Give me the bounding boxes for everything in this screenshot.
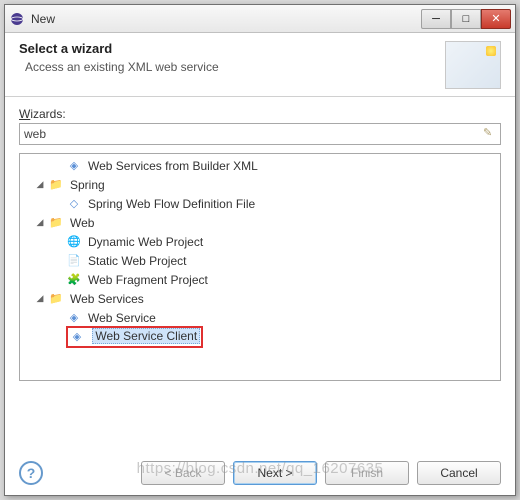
page-subtitle: Access an existing XML web service xyxy=(25,60,445,74)
clear-filter-icon[interactable]: ✎ xyxy=(483,126,497,140)
wizard-header: Select a wizard Access an existing XML w… xyxy=(5,33,515,97)
wizard-icon: 📄 xyxy=(66,253,82,269)
wizard-filter-input[interactable] xyxy=(19,123,501,145)
help-button[interactable]: ? xyxy=(19,461,43,485)
folder-icon: 📁 xyxy=(48,215,64,231)
tree-item[interactable]: 📄 Static Web Project xyxy=(20,251,500,270)
wizard-icon: 🧩 xyxy=(66,272,82,288)
tree-folder-spring[interactable]: ◢ 📁 Spring xyxy=(20,175,500,194)
wizard-icon: ◈ xyxy=(66,158,82,174)
wizard-tree[interactable]: ◈ Web Services from Builder XML ◢ 📁 Spri… xyxy=(19,153,501,381)
button-bar: ? < Back Next > Finish Cancel xyxy=(5,461,515,485)
collapse-icon[interactable]: ◢ xyxy=(34,217,46,229)
folder-icon: 📁 xyxy=(48,177,64,193)
collapse-icon[interactable]: ◢ xyxy=(34,293,46,305)
wizard-icon: ◈ xyxy=(66,310,82,326)
back-button[interactable]: < Back xyxy=(141,461,225,485)
tree-folder-webservices[interactable]: ◢ 📁 Web Services xyxy=(20,289,500,308)
wizard-icon: 🌐 xyxy=(66,234,82,250)
eclipse-icon xyxy=(9,11,25,27)
collapse-icon[interactable]: ◢ xyxy=(34,179,46,191)
folder-icon: 📁 xyxy=(48,291,64,307)
maximize-button[interactable]: □ xyxy=(451,9,481,29)
window-title: New xyxy=(31,12,421,26)
wizard-icon: ◈ xyxy=(69,329,85,345)
tree-folder-web[interactable]: ◢ 📁 Web xyxy=(20,213,500,232)
page-title: Select a wizard xyxy=(19,41,445,56)
next-button[interactable]: Next > xyxy=(233,461,317,485)
tree-item[interactable]: 🧩 Web Fragment Project xyxy=(20,270,500,289)
tree-item[interactable]: ◈ Web Service xyxy=(20,308,500,327)
finish-button[interactable]: Finish xyxy=(325,461,409,485)
new-wizard-dialog: New ─ □ ✕ Select a wizard Access an exis… xyxy=(4,4,516,496)
tree-item[interactable]: 🌐 Dynamic Web Project xyxy=(20,232,500,251)
wizard-banner-icon xyxy=(445,41,501,89)
minimize-button[interactable]: ─ xyxy=(421,9,451,29)
cancel-button[interactable]: Cancel xyxy=(417,461,501,485)
close-button[interactable]: ✕ xyxy=(481,9,511,29)
wizards-label: Wizards: xyxy=(19,107,501,121)
tree-item-selected[interactable]: ◈ Web Service Client xyxy=(20,327,500,346)
tree-item[interactable]: ◇ Spring Web Flow Definition File xyxy=(20,194,500,213)
titlebar[interactable]: New ─ □ ✕ xyxy=(5,5,515,33)
wizard-icon: ◇ xyxy=(66,196,82,212)
tree-item[interactable]: ◈ Web Services from Builder XML xyxy=(20,156,500,175)
